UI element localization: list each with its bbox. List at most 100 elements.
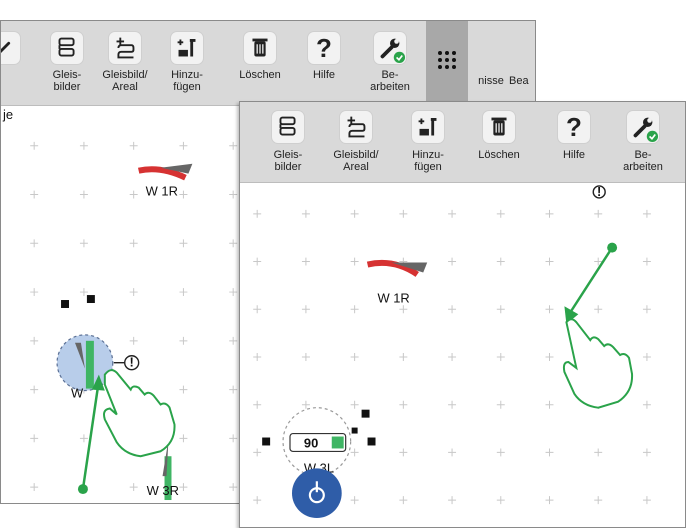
gleisbilder-label: Gleis- bilder — [273, 149, 303, 173]
grid-marker — [545, 496, 554, 505]
grid-marker — [642, 257, 651, 266]
back-menu-grid-button[interactable] — [426, 21, 468, 105]
gleisbild-areal-label: Gleisbild/ Areal — [333, 149, 379, 173]
grid-marker — [179, 385, 188, 394]
grid-marker — [594, 305, 603, 314]
handle-small[interactable] — [351, 427, 358, 434]
grid-marker — [642, 353, 651, 361]
grid-marker — [399, 400, 408, 409]
grid-marker — [179, 288, 188, 297]
help-icon: ? — [307, 31, 341, 65]
handle-left[interactable] — [262, 437, 271, 446]
grid-marker — [229, 385, 238, 394]
back-gleisbilder-button[interactable]: Gleis- bilder — [41, 21, 93, 105]
handle-right[interactable] — [367, 437, 376, 446]
ergebnisse-label: nisse — [478, 75, 504, 87]
wrench-check-icon — [373, 31, 407, 65]
back-gleisbild-areal-button[interactable]: Gleisbild/ Areal — [94, 21, 156, 105]
w1r-label: W 1R — [146, 184, 178, 199]
grid-marker — [496, 305, 505, 314]
grid-marker — [253, 496, 262, 505]
grid-marker — [350, 448, 359, 457]
handle-top-right[interactable] — [86, 295, 95, 304]
grid-marker — [594, 496, 603, 505]
grid-marker — [79, 141, 88, 150]
grid-menu-icon — [438, 51, 456, 69]
back-hinzufuegen-button[interactable]: Hinzu- fügen — [159, 21, 215, 105]
grid-marker — [350, 209, 359, 218]
blue-action-button[interactable] — [291, 468, 342, 519]
grid-marker — [253, 448, 262, 457]
grid-marker — [496, 496, 505, 505]
front-track-canvas[interactable]: ! W 1R 90 W 3L — [240, 183, 685, 527]
grid-marker — [448, 400, 457, 409]
grid-marker — [594, 209, 603, 218]
hand-gesture-icon — [562, 318, 634, 409]
back-loeschen-button[interactable]: Löschen — [231, 21, 289, 105]
grid-marker — [642, 400, 651, 409]
grid-marker — [229, 141, 238, 150]
grid-marker — [229, 483, 238, 492]
back-hilfe-button[interactable]: ? Hilfe — [299, 21, 349, 105]
grid-marker — [179, 141, 188, 150]
svg-text:!: ! — [130, 355, 134, 370]
handle-top-right[interactable] — [361, 409, 370, 418]
grid-marker — [79, 239, 88, 248]
grid-marker — [545, 209, 554, 218]
grid-marker — [399, 353, 408, 361]
back-partial-button[interactable] — [1, 21, 27, 105]
back-bearbeiten-button[interactable]: Be- arbeiten — [361, 21, 419, 105]
bearbeiten-label: Be- arbeiten — [370, 69, 410, 93]
front-gleisbilder-button[interactable]: Gleis- bilder — [262, 102, 314, 182]
back-bea-button[interactable]: Bea — [509, 21, 535, 105]
edit-icon — [1, 31, 21, 65]
grid-marker — [301, 257, 310, 266]
grid-marker — [350, 305, 359, 314]
grid-marker — [496, 209, 505, 218]
grid-marker — [448, 209, 457, 218]
grid-marker — [253, 257, 262, 266]
grid-marker — [301, 305, 310, 314]
front-loeschen-button[interactable]: Löschen — [470, 102, 528, 182]
grid-marker — [350, 400, 359, 409]
grid-marker — [545, 305, 554, 314]
front-hilfe-button[interactable]: ? Hilfe — [549, 102, 599, 182]
grid-marker — [301, 353, 310, 361]
back-ergebnisse-button[interactable]: nisse — [471, 21, 511, 105]
gleisbild-areal-label: Gleisbild/ Areal — [102, 69, 148, 93]
grid-marker — [545, 353, 554, 361]
hinzufuegen-label: Hinzu- fügen — [171, 69, 203, 93]
grid-marker — [642, 305, 651, 314]
grid-marker — [448, 448, 457, 457]
hand-gesture-icon — [103, 369, 176, 458]
grid-marker — [448, 257, 457, 266]
grid-marker — [79, 190, 88, 199]
back-toolbar: Gleis- bilder Gleisbild/ Areal Hinzu- fü… — [1, 21, 535, 106]
track-diagrams-icon — [271, 110, 305, 144]
hilfe-label: Hilfe — [312, 69, 335, 81]
grid-marker — [399, 448, 408, 457]
add-area-icon — [108, 31, 142, 65]
grid-marker — [30, 141, 39, 150]
handle-top-left[interactable] — [61, 300, 70, 308]
wrench-check-icon — [626, 110, 660, 144]
grid-marker — [496, 257, 505, 266]
front-gleisbild-areal-button[interactable]: Gleisbild/ Areal — [324, 102, 388, 182]
front-hinzufuegen-button[interactable]: Hinzu- fügen — [400, 102, 456, 182]
grid-marker — [129, 190, 138, 199]
svg-text:!: ! — [597, 184, 601, 199]
grid-marker — [399, 305, 408, 314]
grid-marker — [179, 434, 188, 443]
front-bearbeiten-button[interactable]: Be- arbeiten — [612, 102, 674, 182]
grid-marker — [253, 209, 262, 218]
grid-marker — [179, 190, 188, 199]
grid-marker — [301, 400, 310, 409]
loeschen-label: Löschen — [239, 69, 281, 81]
grid-marker — [79, 288, 88, 297]
speed-box-green — [331, 436, 344, 449]
grid-marker — [642, 209, 651, 218]
grid-marker — [448, 305, 457, 314]
loeschen-label: Löschen — [478, 149, 520, 161]
grid-marker — [399, 496, 408, 505]
grid-marker — [229, 434, 238, 443]
